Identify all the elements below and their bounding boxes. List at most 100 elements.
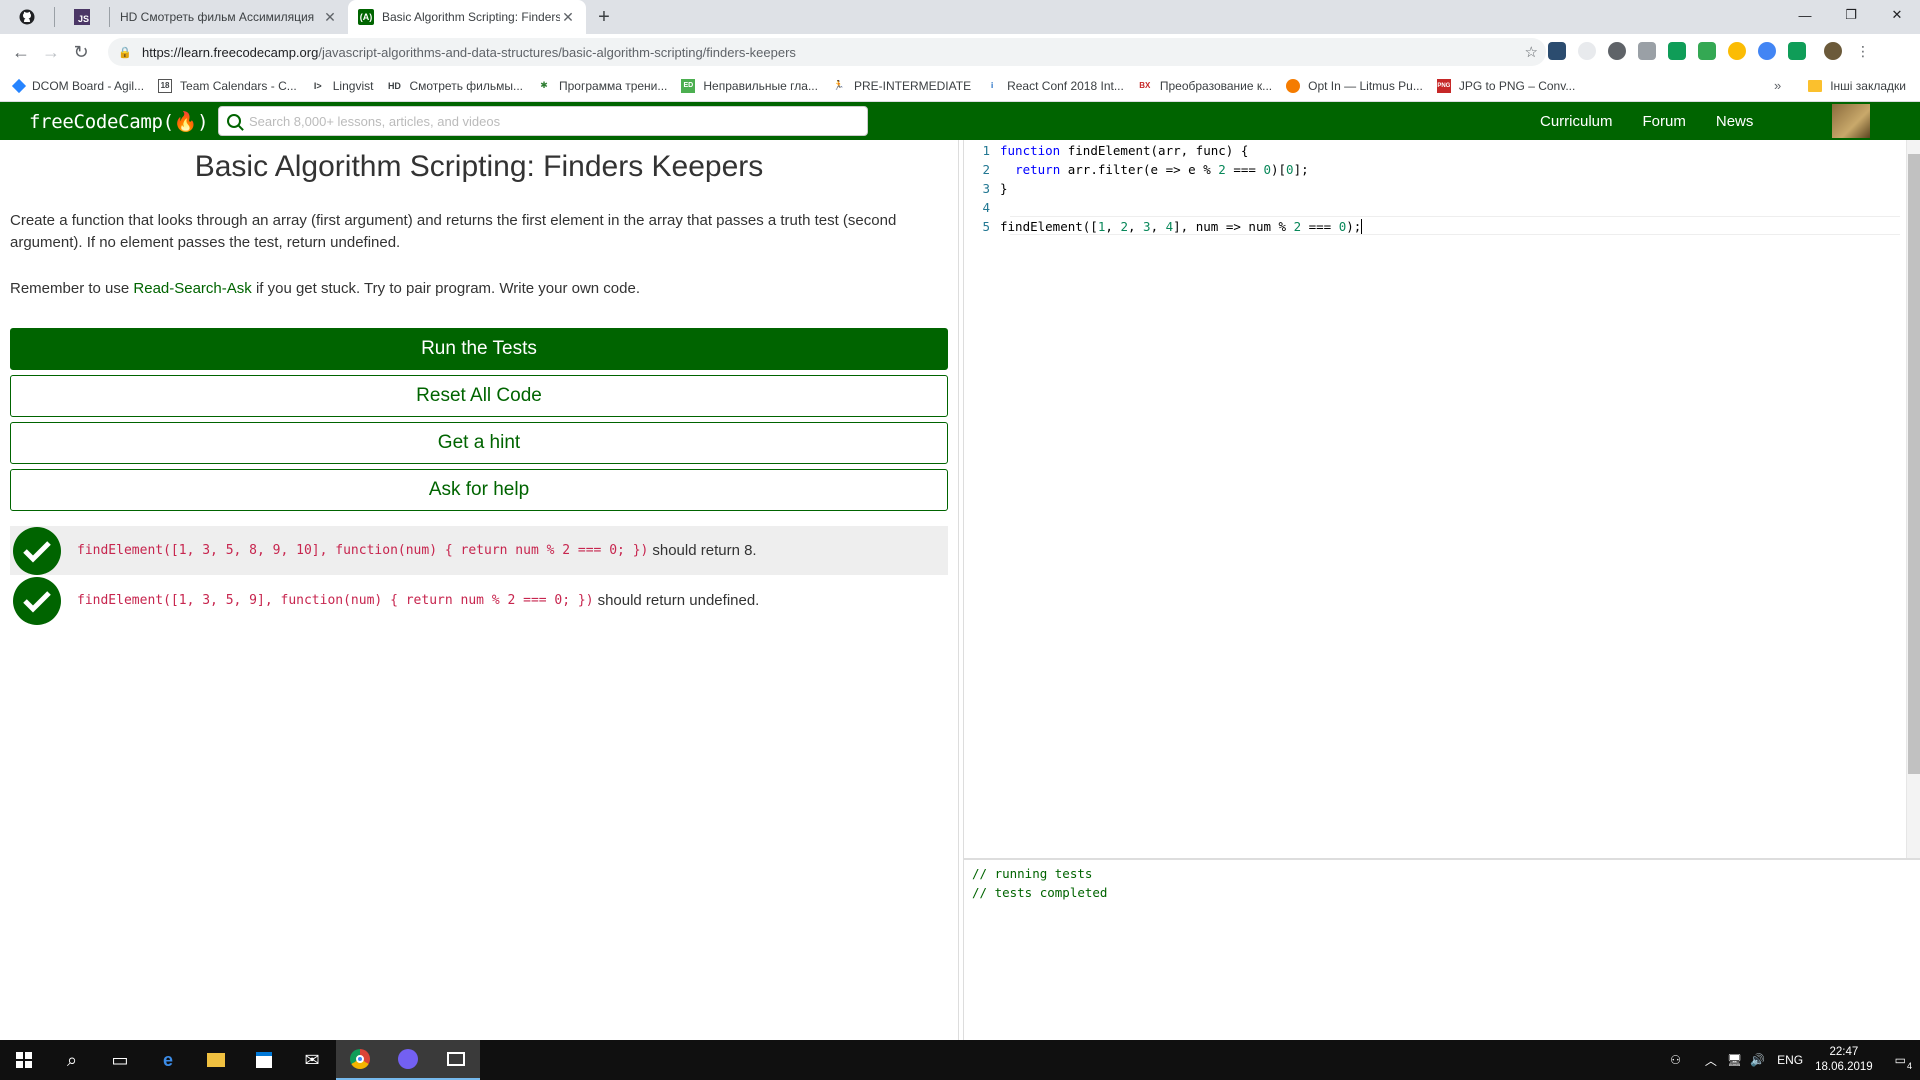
code-line: 2 return arr.filter(e => e % 2 === 0)[0]… xyxy=(964,160,1308,179)
menu-icon[interactable]: ⋮ xyxy=(1854,42,1872,60)
search-icon xyxy=(227,114,241,128)
browser-toolbar: ← → ↻ 🔒 https://learn.freecodecamp.org/j… xyxy=(0,34,1920,70)
network-icon[interactable]: 🖥 xyxy=(1727,1053,1742,1067)
info-icon: i xyxy=(990,81,994,90)
hd-icon: HD xyxy=(387,80,401,91)
extension-icon[interactable] xyxy=(1698,42,1716,60)
run-tests-button[interactable]: Run the Tests xyxy=(10,328,948,370)
bookmark-item[interactable]: Opt In — Litmus Pu... xyxy=(1286,78,1423,93)
bookmark-item[interactable]: BX Преобразование к... xyxy=(1138,79,1272,93)
code-line: 3} xyxy=(964,179,1007,198)
reminder-suffix: if you get stuck. Try to pair program. W… xyxy=(251,280,640,297)
code-line: 5 findElement([1, 2, 3, 4], num => num % … xyxy=(964,217,1363,236)
folder-icon xyxy=(1808,79,1823,92)
minimize-button[interactable]: — xyxy=(1782,0,1828,30)
check-icon xyxy=(13,576,61,625)
extension-icon[interactable] xyxy=(1788,42,1806,60)
tray-expand-icon[interactable]: ︿ xyxy=(1705,1052,1717,1069)
close-icon[interactable]: ✕ xyxy=(560,9,576,26)
nav-curriculum[interactable]: Curriculum xyxy=(1540,113,1613,130)
file-explorer-icon[interactable] xyxy=(192,1040,240,1080)
ask-help-button[interactable]: Ask for help xyxy=(10,469,948,511)
tab-js[interactable]: JS xyxy=(55,0,109,34)
bookmark-item[interactable]: 🏃 PRE-INTERMEDIATE xyxy=(832,79,971,93)
viber-icon[interactable] xyxy=(384,1040,432,1080)
bookmark-label: Смотреть фильмы... xyxy=(409,78,523,93)
challenge-description: Create a function that looks through an … xyxy=(10,212,897,251)
reload-button[interactable]: ↻ xyxy=(66,37,96,67)
new-tab-button[interactable]: + xyxy=(586,0,622,34)
avatar[interactable] xyxy=(1832,104,1870,138)
fcc-logo[interactable]: freeCodeCamp(🔥) xyxy=(29,110,209,133)
photos-icon[interactable] xyxy=(432,1040,480,1080)
bookmark-item[interactable]: I> Lingvist xyxy=(311,79,374,93)
extension-icon[interactable] xyxy=(1578,42,1596,60)
forward-button[interactable]: → xyxy=(36,37,66,67)
fcc-navbar: freeCodeCamp(🔥) Curriculum Forum News xyxy=(0,102,1920,140)
line-number: 5 xyxy=(982,219,990,234)
bookmark-item[interactable]: DCOM Board - Agil... xyxy=(11,78,145,93)
bookmark-label: React Conf 2018 Int... xyxy=(1007,78,1124,93)
bookmark-item[interactable]: PNG JPG to PNG – Conv... xyxy=(1436,78,1575,93)
get-hint-button[interactable]: Get a hint xyxy=(10,422,948,464)
read-search-ask-link[interactable]: Read-Search-Ask xyxy=(133,280,251,297)
extension-icon[interactable] xyxy=(1728,42,1746,60)
test-code: findElement([1, 3, 5, 9], function(num) … xyxy=(77,593,594,608)
search-icon[interactable]: ⌕ xyxy=(48,1040,96,1080)
bookmark-item[interactable]: HD Смотреть фильмы... xyxy=(387,79,523,93)
extension-icon[interactable] xyxy=(1638,42,1656,60)
volume-icon[interactable]: 🔊 xyxy=(1750,1053,1765,1067)
extension-icon[interactable] xyxy=(1608,42,1626,60)
maximize-button[interactable]: ❐ xyxy=(1828,0,1874,30)
editor-scrollbar[interactable] xyxy=(1906,140,1920,858)
task-view-icon[interactable]: ▭ xyxy=(96,1040,144,1080)
search-input[interactable] xyxy=(249,113,849,129)
back-button[interactable]: ← xyxy=(6,37,36,67)
reset-code-button[interactable]: Reset All Code xyxy=(10,375,948,417)
system-tray: ⚇ ︿ 🖥 🔊 ENG 22:47 18.06.2019 ▭ 4 xyxy=(1670,1040,1920,1080)
people-icon[interactable]: ⚇ xyxy=(1670,1053,1681,1067)
bookmark-star-icon[interactable]: ☆ xyxy=(1525,43,1538,61)
bookmark-label: DCOM Board - Agil... xyxy=(32,78,145,93)
test-result: findElement([1, 3, 5, 8, 9, 10], functio… xyxy=(10,526,948,575)
bookmark-label: Неправильные гла... xyxy=(703,78,818,93)
start-icon[interactable] xyxy=(0,1040,48,1080)
bookmark-label: Opt In — Litmus Pu... xyxy=(1308,78,1423,93)
nav-news[interactable]: News xyxy=(1716,113,1754,130)
bookmark-item[interactable]: 18 Team Calendars - C... xyxy=(158,78,297,93)
tab-hd-film[interactable]: HD Смотреть фильм Ассимиляция ✕ xyxy=(110,0,348,34)
extension-icon[interactable] xyxy=(1548,42,1566,60)
output-console: // running tests // tests completed xyxy=(964,858,1920,1040)
profile-avatar[interactable] xyxy=(1824,42,1842,60)
scrollbar-thumb[interactable] xyxy=(1908,154,1920,774)
close-icon[interactable]: ✕ xyxy=(322,9,338,26)
close-window-button[interactable]: ✕ xyxy=(1874,0,1920,30)
more-bookmarks-icon[interactable]: » xyxy=(1774,78,1781,93)
line-number: 2 xyxy=(982,162,990,177)
test-text: should return undefined. xyxy=(597,592,760,609)
store-icon[interactable] xyxy=(240,1040,288,1080)
bookmark-item[interactable]: ED Неправильные гла... xyxy=(681,78,818,93)
nav-forum[interactable]: Forum xyxy=(1643,113,1686,130)
tab-title: Basic Algorithm Scripting: Finders xyxy=(382,10,560,24)
address-bar[interactable]: 🔒 https://learn.freecodecamp.org/javascr… xyxy=(108,38,1546,66)
other-bookmarks[interactable]: Інші закладки xyxy=(1808,79,1906,93)
extension-icon[interactable] xyxy=(1668,42,1686,60)
edge-icon[interactable]: e xyxy=(144,1040,192,1080)
tab-fcc[interactable]: (A) Basic Algorithm Scripting: Finders ✕ xyxy=(348,0,586,34)
tab-github[interactable] xyxy=(0,0,54,34)
chrome-icon[interactable] xyxy=(336,1040,384,1080)
notification-count: 4 xyxy=(1906,1061,1912,1071)
lock-icon: 🔒 xyxy=(118,46,132,59)
code-editor[interactable]: 1 function findElement(arr, func) { 2 ret… xyxy=(964,140,1920,858)
bookmark-item[interactable]: ✱ Программа трени... xyxy=(537,79,667,93)
search-box[interactable] xyxy=(218,106,868,136)
window-controls: — ❐ ✕ xyxy=(1782,0,1920,30)
mail-icon[interactable]: ✉ xyxy=(288,1040,336,1080)
language-indicator[interactable]: ENG xyxy=(1777,1053,1803,1067)
clock[interactable]: 22:47 18.06.2019 xyxy=(1815,1045,1873,1075)
console-line: // running tests xyxy=(972,866,1093,881)
notifications-icon[interactable]: ▭ 4 xyxy=(1895,1053,1912,1071)
bookmark-item[interactable]: i React Conf 2018 Int... xyxy=(985,79,1124,93)
extension-icon[interactable] xyxy=(1758,42,1776,60)
